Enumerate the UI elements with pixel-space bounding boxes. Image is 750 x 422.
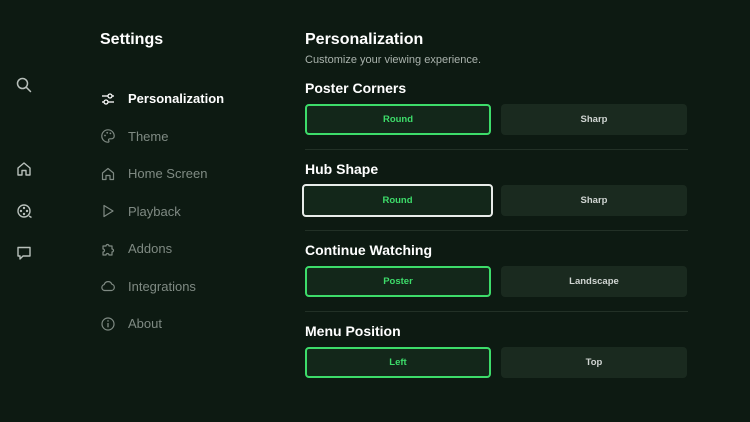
option-group: Round Sharp — [302, 184, 688, 217]
movie-reel-icon[interactable] — [15, 202, 33, 220]
section-divider — [305, 311, 688, 312]
icon-rail — [0, 0, 48, 422]
sliders-icon — [102, 93, 114, 105]
sidebar-item-addons[interactable]: Addons — [100, 230, 280, 268]
menu-position-top-button[interactable]: Top — [501, 347, 687, 378]
section-title: Menu Position — [305, 323, 401, 339]
continue-watching-section: Continue Watching Poster Landscape — [305, 240, 688, 297]
hub-shape-round-button[interactable]: Round — [302, 184, 493, 217]
sidebar-item-playback[interactable]: Playback — [100, 193, 280, 231]
home-icon[interactable] — [15, 160, 33, 178]
section-divider — [305, 230, 688, 231]
hub-shape-section: Hub Shape Round Sharp — [302, 159, 688, 217]
settings-menu: Personalization Theme Home Screen Playba… — [100, 80, 280, 343]
sidebar-item-label: Personalization — [128, 91, 225, 107]
sidebar-item-label: Addons — [128, 241, 173, 257]
section-title: Continue Watching — [305, 242, 433, 258]
palette-icon — [101, 129, 115, 144]
option-group: Poster Landscape — [305, 266, 688, 297]
info-icon — [101, 317, 115, 331]
puzzle-icon — [102, 243, 115, 256]
cloud-icon — [101, 281, 115, 292]
poster-corners-round-button[interactable]: Round — [305, 104, 491, 135]
sidebar-item-label: Integrations — [128, 278, 196, 294]
page-subtitle: Customize your viewing experience. — [305, 54, 482, 66]
option-group: Left Top — [305, 347, 688, 378]
sidebar-item-label: Home Screen — [128, 166, 208, 182]
settings-title: Settings — [100, 31, 164, 48]
poster-corners-section: Poster Corners Round Sharp — [305, 78, 688, 135]
menu-position-left-button[interactable]: Left — [305, 347, 491, 378]
section-divider — [305, 149, 688, 150]
sidebar-item-personalization[interactable]: Personalization — [100, 80, 280, 118]
sidebar-item-theme[interactable]: Theme — [100, 118, 280, 156]
option-group: Round Sharp — [305, 104, 688, 135]
section-title: Poster Corners — [305, 80, 407, 96]
sidebar-item-about[interactable]: About — [100, 305, 280, 343]
poster-corners-sharp-button[interactable]: Sharp — [501, 104, 687, 135]
continue-watching-landscape-button[interactable]: Landscape — [501, 266, 687, 297]
sidebar-item-label: About — [128, 316, 162, 332]
chat-icon[interactable] — [15, 244, 33, 262]
section-title: Hub Shape — [305, 161, 379, 177]
sidebar-item-integrations[interactable]: Integrations — [100, 268, 280, 306]
continue-watching-poster-button[interactable]: Poster — [305, 266, 491, 297]
sidebar-item-label: Theme — [128, 128, 169, 144]
search-icon[interactable] — [15, 76, 33, 94]
home-icon — [101, 167, 115, 180]
play-icon — [103, 205, 114, 218]
sidebar-item-label: Playback — [128, 203, 181, 219]
menu-position-section: Menu Position Left Top — [305, 321, 688, 378]
page-title: Personalization — [305, 31, 424, 48]
hub-shape-sharp-button[interactable]: Sharp — [501, 185, 687, 216]
sidebar-item-home-screen[interactable]: Home Screen — [100, 155, 280, 193]
